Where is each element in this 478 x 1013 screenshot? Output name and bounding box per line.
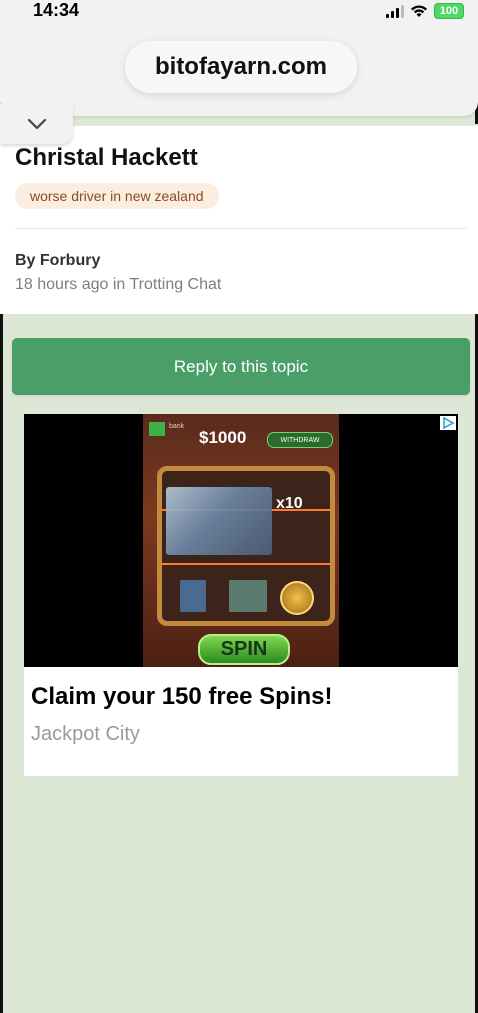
bank-logo xyxy=(149,422,165,436)
slot-machine-graphic: bank $1000 WITHDRAW x10 SPIN xyxy=(143,414,339,667)
banknote-image xyxy=(180,580,206,612)
address-bar[interactable]: bitofayarn.com xyxy=(125,41,357,93)
ad-headline[interactable]: Claim your 150 free Spins! xyxy=(31,683,332,711)
coin-icon xyxy=(280,581,314,615)
banknote-image xyxy=(166,487,272,555)
ad-advertiser: Jackpot City xyxy=(31,723,140,745)
collapse-toolbar-button[interactable] xyxy=(0,104,73,144)
reply-to-topic-button[interactable]: Reply to this topic xyxy=(12,338,470,395)
withdraw-badge: WITHDRAW xyxy=(267,432,333,448)
advertisement[interactable]: bank $1000 WITHDRAW x10 SPIN Claim your … xyxy=(24,414,458,776)
topic-header-card: Christal Hackett worse driver in new zea… xyxy=(0,124,478,314)
multiplier-label: x10 xyxy=(276,495,303,512)
bank-label: bank xyxy=(169,423,185,430)
cellular-signal-icon xyxy=(386,4,404,18)
banknote-image xyxy=(229,580,267,612)
status-time: 14:34 xyxy=(33,0,80,20)
slot-line xyxy=(162,563,330,565)
topic-tag[interactable]: worse driver in new zealand xyxy=(15,183,219,209)
ad-choices-icon[interactable] xyxy=(440,416,456,430)
prize-amount: $1000 xyxy=(199,428,247,447)
wifi-icon xyxy=(411,5,427,17)
divider xyxy=(15,228,467,229)
browser-chrome: 14:34 100 bitofayarn.com xyxy=(0,0,478,116)
spin-button-graphic: SPIN xyxy=(198,634,290,665)
battery-icon: 100 xyxy=(434,3,464,19)
topic-meta: 18 hours ago in Trotting Chat xyxy=(15,276,222,293)
topic-author[interactable]: By Forbury xyxy=(15,252,100,270)
topic-title: Christal Hackett xyxy=(15,144,198,171)
ad-creative-image[interactable]: bank $1000 WITHDRAW x10 SPIN xyxy=(24,414,458,667)
status-icons: 100 xyxy=(386,3,464,19)
chevron-down-icon xyxy=(27,118,46,130)
